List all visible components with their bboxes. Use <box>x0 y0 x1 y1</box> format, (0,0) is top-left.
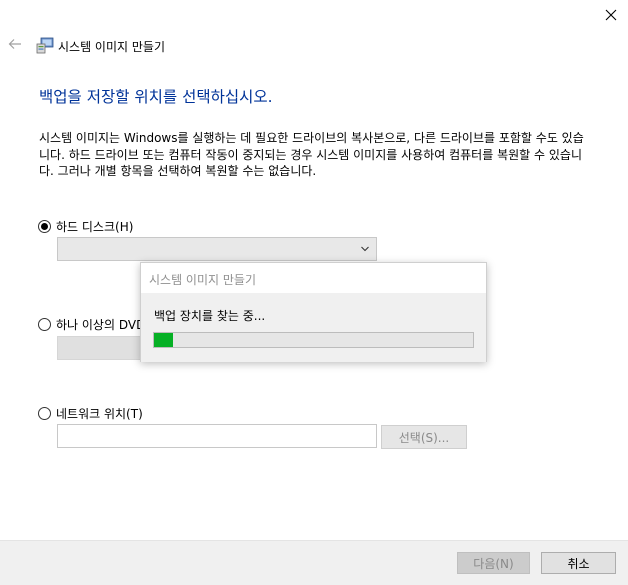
chevron-down-icon <box>360 243 370 257</box>
select-location-button: 선택(S)... <box>381 425 467 449</box>
hard-disk-radio[interactable] <box>38 220 51 233</box>
footer-bar <box>0 540 628 585</box>
network-location-option[interactable]: 네트워크 위치(T) <box>38 405 143 422</box>
close-button[interactable] <box>600 6 622 26</box>
progress-bar-fill <box>154 333 174 347</box>
page-description: 시스템 이미지는 Windows를 실행하는 데 필요한 드라이브의 복사본으로… <box>39 131 584 178</box>
back-arrow-icon <box>8 38 22 53</box>
page-instruction: 백업을 저장할 위치를 선택하십시오. <box>39 88 273 106</box>
progress-dialog-body: 백업 장치를 찾는 중... <box>141 293 486 362</box>
system-image-icon <box>36 36 54 54</box>
network-location-radio[interactable] <box>38 407 51 420</box>
hard-disk-dropdown[interactable] <box>57 237 377 261</box>
network-location-input[interactable] <box>57 424 377 448</box>
progress-dialog-titlebar: 시스템 이미지 만들기 <box>141 263 486 293</box>
network-location-label: 네트워크 위치(T) <box>56 407 143 421</box>
hard-disk-label: 하드 디스크(H) <box>56 220 134 234</box>
window-title: 시스템 이미지 만들기 <box>58 40 165 54</box>
progress-dialog-title: 시스템 이미지 만들기 <box>149 273 256 287</box>
dvd-option[interactable]: 하나 이상의 DVD <box>38 316 145 333</box>
progress-message: 백업 장치를 찾는 중... <box>154 309 266 323</box>
dvd-label: 하나 이상의 DVD <box>56 318 146 332</box>
progress-bar <box>153 332 474 348</box>
back-button[interactable] <box>6 36 24 54</box>
hard-disk-option[interactable]: 하드 디스크(H) <box>38 218 133 235</box>
dvd-radio[interactable] <box>38 318 51 331</box>
progress-dialog: 시스템 이미지 만들기 백업 장치를 찾는 중... <box>140 262 487 362</box>
close-icon <box>605 9 617 24</box>
cancel-button[interactable]: 취소 <box>541 552 616 574</box>
next-button: 다음(N) <box>457 552 530 574</box>
